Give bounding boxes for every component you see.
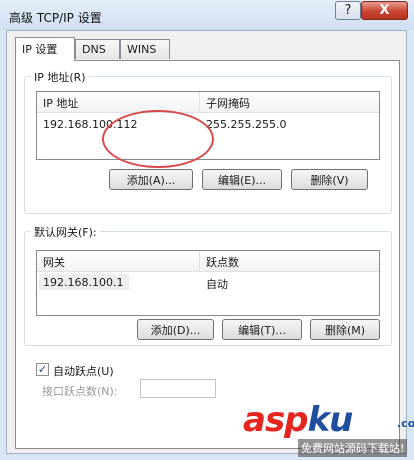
column-divider[interactable] [199, 251, 200, 271]
gateway-delete-button[interactable]: 删除(M) [310, 319, 380, 340]
ip-cell: 192.168.100.112 [43, 118, 138, 131]
watermark-logo-accent: ku [307, 400, 354, 440]
ip-address-group: IP 地址(R) IP 地址 子网掩码 192.168.100.112 255.… [24, 69, 392, 214]
dialog-client-area: IP 设置 DNS WINS IP 地址(R) IP 地址 子网掩码 192.1… [6, 30, 407, 454]
watermark-logo-ext: .com [397, 417, 414, 430]
tab-dns[interactable]: DNS [75, 39, 120, 59]
column-header-metric[interactable]: 跃点数 [206, 254, 239, 270]
site-watermark: aspku .com 免费网站源码下载站! [243, 400, 414, 460]
ip-address-list[interactable]: IP 地址 子网掩码 192.168.100.112 255.255.255.0 [36, 91, 380, 160]
default-gateway-group-label: 默认网关(F): [31, 224, 100, 240]
ip-address-group-label: IP 地址(R) [31, 69, 89, 85]
column-divider[interactable] [199, 92, 200, 112]
help-button[interactable]: ? [335, 1, 361, 20]
title-bar: 高级 TCP/IP 设置 ? X [0, 0, 414, 30]
gateway-edit-button[interactable]: 编辑(T)... [222, 319, 302, 340]
gateway-list[interactable]: 网关 跃点数 192.168.100.1 自动 [36, 250, 380, 316]
ip-settings-panel: IP 地址(R) IP 地址 子网掩码 192.168.100.112 255.… [15, 60, 400, 449]
window-title: 高级 TCP/IP 设置 [9, 11, 102, 25]
column-header-mask[interactable]: 子网掩码 [206, 95, 250, 111]
ip-edit-button[interactable]: 编辑(E)... [202, 169, 282, 190]
watermark-logo-main: asp [243, 400, 309, 440]
watermark-subtitle: 免费网站源码下载站! [298, 439, 408, 457]
gateway-list-header: 网关 跃点数 [37, 251, 379, 272]
auto-metric-checkbox[interactable]: ✓ [36, 363, 49, 376]
mask-cell: 255.255.255.0 [206, 118, 287, 131]
tab-ip-settings[interactable]: IP 设置 [15, 37, 75, 61]
column-header-ip[interactable]: IP 地址 [43, 95, 78, 111]
default-gateway-group: 默认网关(F): 网关 跃点数 192.168.100.1 自动 添加(D)..… [24, 224, 392, 346]
ip-add-button[interactable]: 添加(A)... [109, 169, 193, 190]
ip-list-header: IP 地址 子网掩码 [37, 92, 379, 113]
watermark-logo: aspku [243, 400, 354, 440]
interface-metric-input[interactable] [140, 379, 216, 398]
gateway-cell: 192.168.100.1 [43, 276, 124, 289]
close-button[interactable]: X [361, 1, 408, 20]
ip-delete-button[interactable]: 删除(V) [291, 169, 368, 190]
gateway-add-button[interactable]: 添加(D)... [137, 319, 214, 340]
column-header-gateway[interactable]: 网关 [43, 254, 65, 270]
interface-metric-label: 接口跃点数(N): [42, 385, 118, 398]
metric-cell: 自动 [206, 278, 228, 291]
auto-metric-label[interactable]: 自动跃点(U) [53, 363, 114, 379]
tab-wins[interactable]: WINS [120, 39, 170, 59]
